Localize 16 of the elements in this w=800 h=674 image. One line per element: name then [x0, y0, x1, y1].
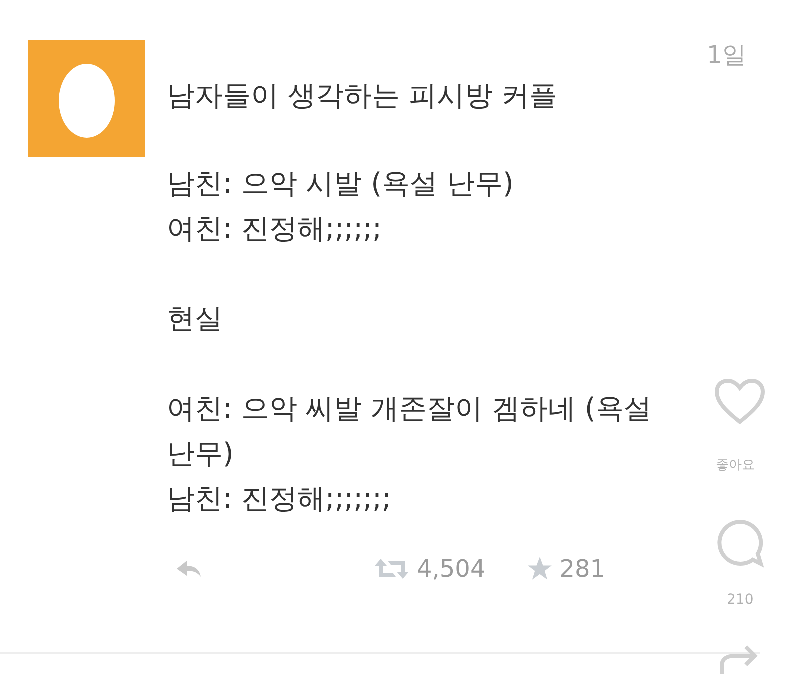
retweet-icon[interactable]	[373, 558, 411, 580]
comment-icon[interactable]	[715, 518, 765, 568]
tweet-line: 남친: 진정해;;;;;;;	[167, 481, 392, 517]
timestamp: 1일	[707, 40, 746, 70]
tweet-title: 남자들이 생각하는 피시방 커플	[167, 78, 559, 114]
favorite-count: 281	[560, 555, 606, 583]
heart-icon[interactable]	[714, 378, 766, 426]
star-icon[interactable]	[526, 556, 554, 582]
tweet-line: 남친: 으악 시발 (욕설 난무)	[167, 166, 515, 202]
reply-icon[interactable]	[175, 559, 203, 579]
retweet-count: 4,504	[417, 555, 486, 583]
tweet-line: 여친: 으악 씨발 개존잘이 겜하네 (욕설 난무)	[167, 391, 653, 472]
like-label: 좋아요	[716, 457, 755, 474]
comment-count: 210	[727, 592, 754, 608]
tweet-line: 여친: 진정해;;;;;;	[167, 211, 383, 247]
tweet-line: 현실	[167, 301, 224, 337]
